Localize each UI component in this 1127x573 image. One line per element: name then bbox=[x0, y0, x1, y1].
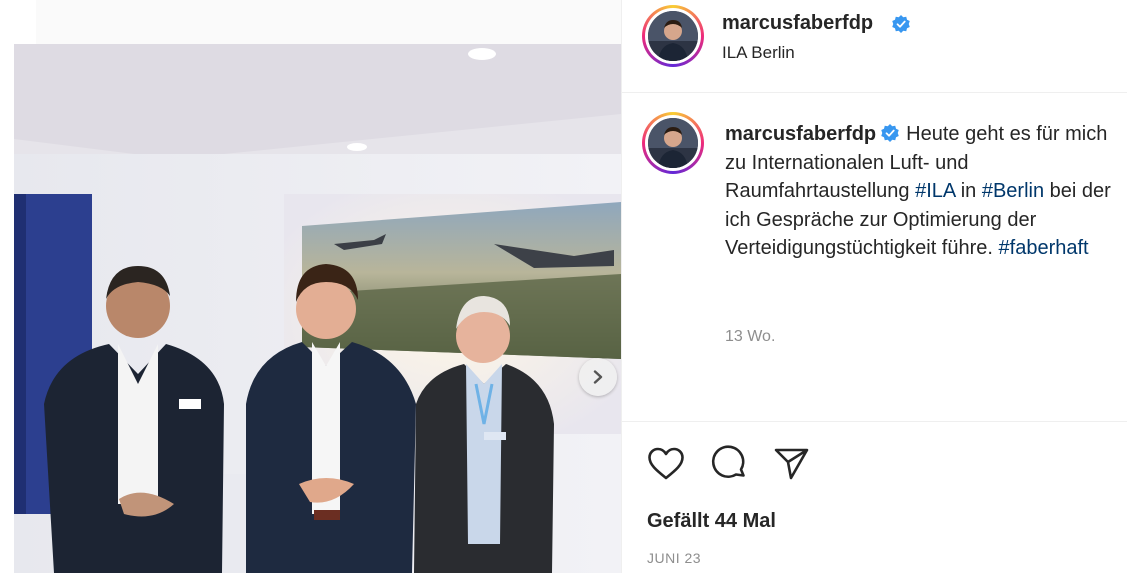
post-header: marcusfaberfdp ILA Berlin bbox=[622, 0, 1127, 93]
heart-icon bbox=[648, 447, 684, 480]
comment-icon bbox=[711, 445, 745, 478]
caption-age: 13 Wo. bbox=[725, 328, 776, 345]
hashtag-ila[interactable]: #ILA bbox=[915, 180, 955, 202]
post-date[interactable]: JUNI 23 bbox=[647, 550, 701, 566]
verified-badge-icon bbox=[892, 15, 910, 33]
top-strip bbox=[0, 0, 622, 44]
comment-button[interactable] bbox=[709, 444, 749, 484]
caption-text: in bbox=[955, 180, 982, 202]
share-button[interactable] bbox=[771, 444, 811, 484]
caption-author-avatar[interactable] bbox=[642, 112, 704, 174]
post-caption: marcusfaberfdp Heute geht es für mich zu… bbox=[725, 120, 1115, 263]
author-avatar[interactable] bbox=[642, 5, 704, 67]
photo-illustration: poi bbox=[14, 44, 621, 573]
hashtag-faberhaft[interactable]: #faberhaft bbox=[999, 237, 1089, 259]
post-location[interactable]: ILA Berlin bbox=[722, 43, 795, 63]
avatar-image bbox=[648, 11, 698, 61]
post-photo[interactable]: poi bbox=[14, 44, 621, 573]
paper-plane-icon bbox=[774, 448, 809, 480]
likes-count[interactable]: Gefällt 44 Mal bbox=[647, 510, 776, 533]
post-actions: Gefällt 44 Mal JUNI 23 bbox=[622, 421, 1127, 573]
hashtag-berlin[interactable]: #Berlin bbox=[982, 180, 1044, 202]
avatar-image bbox=[648, 118, 698, 168]
post-side-panel: marcusfaberfdp ILA Berlin marcusfaberfdp bbox=[621, 0, 1127, 573]
author-username[interactable]: marcusfaberfdp bbox=[722, 12, 873, 35]
chevron-right-icon bbox=[593, 370, 603, 384]
like-button[interactable] bbox=[646, 444, 686, 484]
verified-badge-icon bbox=[881, 123, 899, 142]
next-image-button[interactable] bbox=[579, 358, 617, 396]
caption-username[interactable]: marcusfaberfdp bbox=[725, 123, 876, 145]
